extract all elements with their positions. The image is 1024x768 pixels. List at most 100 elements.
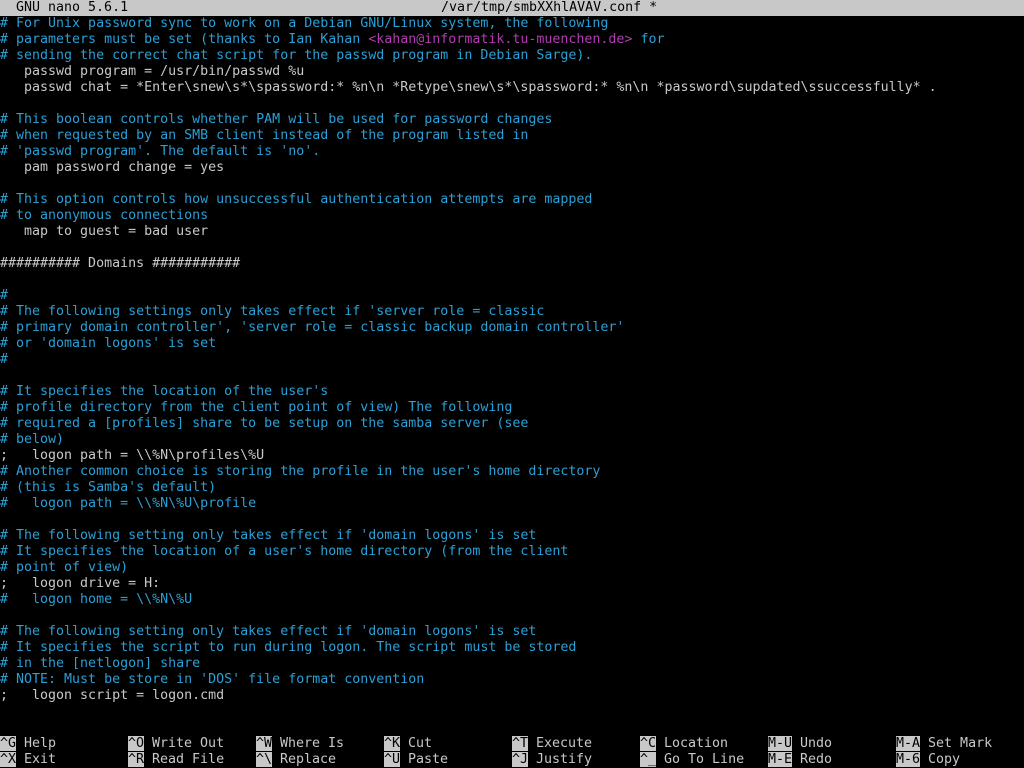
editor-line[interactable] (0, 96, 1024, 112)
editor-line[interactable]: ; logon path = \\%N\profiles\%U (0, 448, 1024, 464)
config-text: ; logon path = \\%N\profiles\%U (0, 448, 265, 463)
comment-text: # NOTE: Must be store in 'DOS' file form… (0, 672, 425, 687)
editor-line[interactable]: # It specifies the script to run during … (0, 640, 1024, 656)
config-text: pam password change = yes (0, 160, 225, 175)
shortcut-undo[interactable]: M-U Undo (768, 736, 832, 752)
editor-line[interactable]: # This option controls how unsuccessful … (0, 192, 1024, 208)
shortcut-write-out[interactable]: ^O Write Out (128, 736, 224, 752)
shortcut-key: M-E (768, 752, 793, 767)
shortcut-key: ^O (128, 736, 145, 751)
config-text: passwd chat = *Enter\snew\s*\spassword:*… (0, 80, 937, 95)
shortcut-label: Set Mark (920, 736, 993, 751)
shortcut-label: Execute (528, 736, 593, 751)
shortcut-key: ^J (512, 752, 529, 767)
shortcut-key: ^_ (640, 752, 657, 767)
editor-line[interactable]: # (0, 288, 1024, 304)
comment-text: # (0, 352, 9, 367)
shortcut-justify[interactable]: ^J Justify (512, 752, 592, 768)
editor-line[interactable]: ; logon script = logon.cmd (0, 688, 1024, 704)
shortcut-go-to-line[interactable]: ^_ Go To Line (640, 752, 744, 768)
shortcut-label: Go To Line (656, 752, 745, 767)
editor-line[interactable]: ; logon drive = H: (0, 576, 1024, 592)
comment-text: # or 'domain logons' is set (0, 336, 217, 351)
editor-line[interactable]: # The following setting only takes effec… (0, 624, 1024, 640)
shortcut-label: Redo (792, 752, 833, 767)
shortcut-where-is[interactable]: ^W Where Is (256, 736, 344, 752)
editor-line[interactable] (0, 368, 1024, 384)
comment-text: # when requested by an SMB client instea… (0, 128, 529, 143)
shortcut-execute[interactable]: ^T Execute (512, 736, 592, 752)
shortcut-label: Copy (920, 752, 961, 767)
editor-line[interactable]: # 'passwd program'. The default is 'no'. (0, 144, 1024, 160)
editor-line[interactable]: # to anonymous connections (0, 208, 1024, 224)
comment-text: # profile directory from the client poin… (0, 400, 513, 415)
comment-text: # The following setting only takes effec… (0, 624, 537, 639)
comment-text: # below) (0, 432, 65, 447)
editor-line[interactable]: # The following setting only takes effec… (0, 528, 1024, 544)
editor-line[interactable]: # For Unix password sync to work on a De… (0, 16, 1024, 32)
editor-line[interactable]: # parameters must be set (thanks to Ian … (0, 32, 1024, 48)
shortcut-key: ^T (512, 736, 529, 751)
editor-line[interactable]: # Another common choice is storing the p… (0, 464, 1024, 480)
shortcut-help[interactable]: ^G Help (0, 736, 56, 752)
editor-line[interactable]: # point of view) (0, 560, 1024, 576)
editor-line[interactable]: # (0, 352, 1024, 368)
shortcut-cut[interactable]: ^K Cut (384, 736, 432, 752)
editor-line[interactable]: # It specifies the location of a user's … (0, 544, 1024, 560)
shortcut-key: ^K (384, 736, 401, 751)
shortcut-paste[interactable]: ^U Paste (384, 752, 448, 768)
editor-buffer[interactable]: # For Unix password sync to work on a De… (0, 16, 1024, 728)
editor-line[interactable]: # The following settings only takes effe… (0, 304, 1024, 320)
editor-line[interactable]: passwd program = /usr/bin/passwd %u (0, 64, 1024, 80)
editor-line[interactable]: # It specifies the location of the user'… (0, 384, 1024, 400)
shortcut-copy[interactable]: M-6 Copy (896, 752, 960, 768)
editor-line[interactable] (0, 512, 1024, 528)
editor-line[interactable] (0, 272, 1024, 288)
editor-line[interactable]: map to guest = bad user (0, 224, 1024, 240)
shortcut-key: ^G (0, 736, 17, 751)
title-bar: GNU nano 5.6.1 /var/tmp/smbXXhlAVAV.conf… (0, 0, 1024, 16)
editor-line[interactable]: # logon home = \\%N\%U (0, 592, 1024, 608)
file-name: /var/tmp/smbXXhlAVAV.conf * (441, 0, 658, 15)
editor-line[interactable]: ########## Domains ########### (0, 256, 1024, 272)
editor-line[interactable]: # profile directory from the client poin… (0, 400, 1024, 416)
editor-line[interactable]: # or 'domain logons' is set (0, 336, 1024, 352)
shortcut-label: Exit (16, 752, 57, 767)
shortcut-set-mark[interactable]: M-A Set Mark (896, 736, 992, 752)
editor-line[interactable]: # required a [profiles] share to be setu… (0, 416, 1024, 432)
shortcut-bar: ^G Help ^X Exit ^O Write Out ^R Read File ^W… (0, 736, 1024, 768)
app-version: GNU nano 5.6.1 (16, 0, 129, 15)
editor-line[interactable]: # logon path = \\%N\%U\profile (0, 496, 1024, 512)
comment-text: # This boolean controls whether PAM will… (0, 112, 553, 127)
editor-line[interactable]: # primary domain controller', 'server ro… (0, 320, 1024, 336)
shortcut-label: Replace (272, 752, 337, 767)
editor-line[interactable]: # below) (0, 432, 1024, 448)
editor-line[interactable]: # in the [netlogon] share (0, 656, 1024, 672)
shortcut-location[interactable]: ^C Location (640, 736, 728, 752)
editor-line[interactable]: passwd chat = *Enter\snew\s*\spassword:*… (0, 80, 1024, 96)
editor-line[interactable]: # (this is Samba's default) (0, 480, 1024, 496)
editor-line[interactable] (0, 176, 1024, 192)
editor-line[interactable]: # NOTE: Must be store in 'DOS' file form… (0, 672, 1024, 688)
comment-text: # The following settings only takes effe… (0, 304, 545, 319)
shortcut-read-file[interactable]: ^R Read File (128, 752, 224, 768)
comment-text: # For Unix password sync to work on a De… (0, 16, 609, 31)
shortcut-label: Undo (792, 736, 833, 751)
comment-text: # logon path = \\%N\%U\profile (0, 496, 257, 511)
shortcut-redo[interactable]: M-E Redo (768, 752, 832, 768)
shortcut-label: Read File (144, 752, 225, 767)
comment-text: # It specifies the location of the user'… (0, 384, 329, 399)
config-text: passwd program = /usr/bin/passwd %u (0, 64, 305, 79)
comment-text: # point of view) (0, 560, 129, 575)
email-link: <kahan@informatik.tu-muenchen.de> (368, 32, 633, 47)
comment-text: # logon home = \\%N\%U (0, 592, 193, 607)
shortcut-replace[interactable]: ^\ Replace (256, 752, 336, 768)
editor-line[interactable]: pam password change = yes (0, 160, 1024, 176)
editor-line[interactable]: # sending the correct chat script for th… (0, 48, 1024, 64)
shortcut-key: ^C (640, 736, 657, 751)
shortcut-exit[interactable]: ^X Exit (0, 752, 56, 768)
editor-line[interactable] (0, 608, 1024, 624)
editor-line[interactable] (0, 240, 1024, 256)
editor-line[interactable]: # when requested by an SMB client instea… (0, 128, 1024, 144)
editor-line[interactable]: # This boolean controls whether PAM will… (0, 112, 1024, 128)
